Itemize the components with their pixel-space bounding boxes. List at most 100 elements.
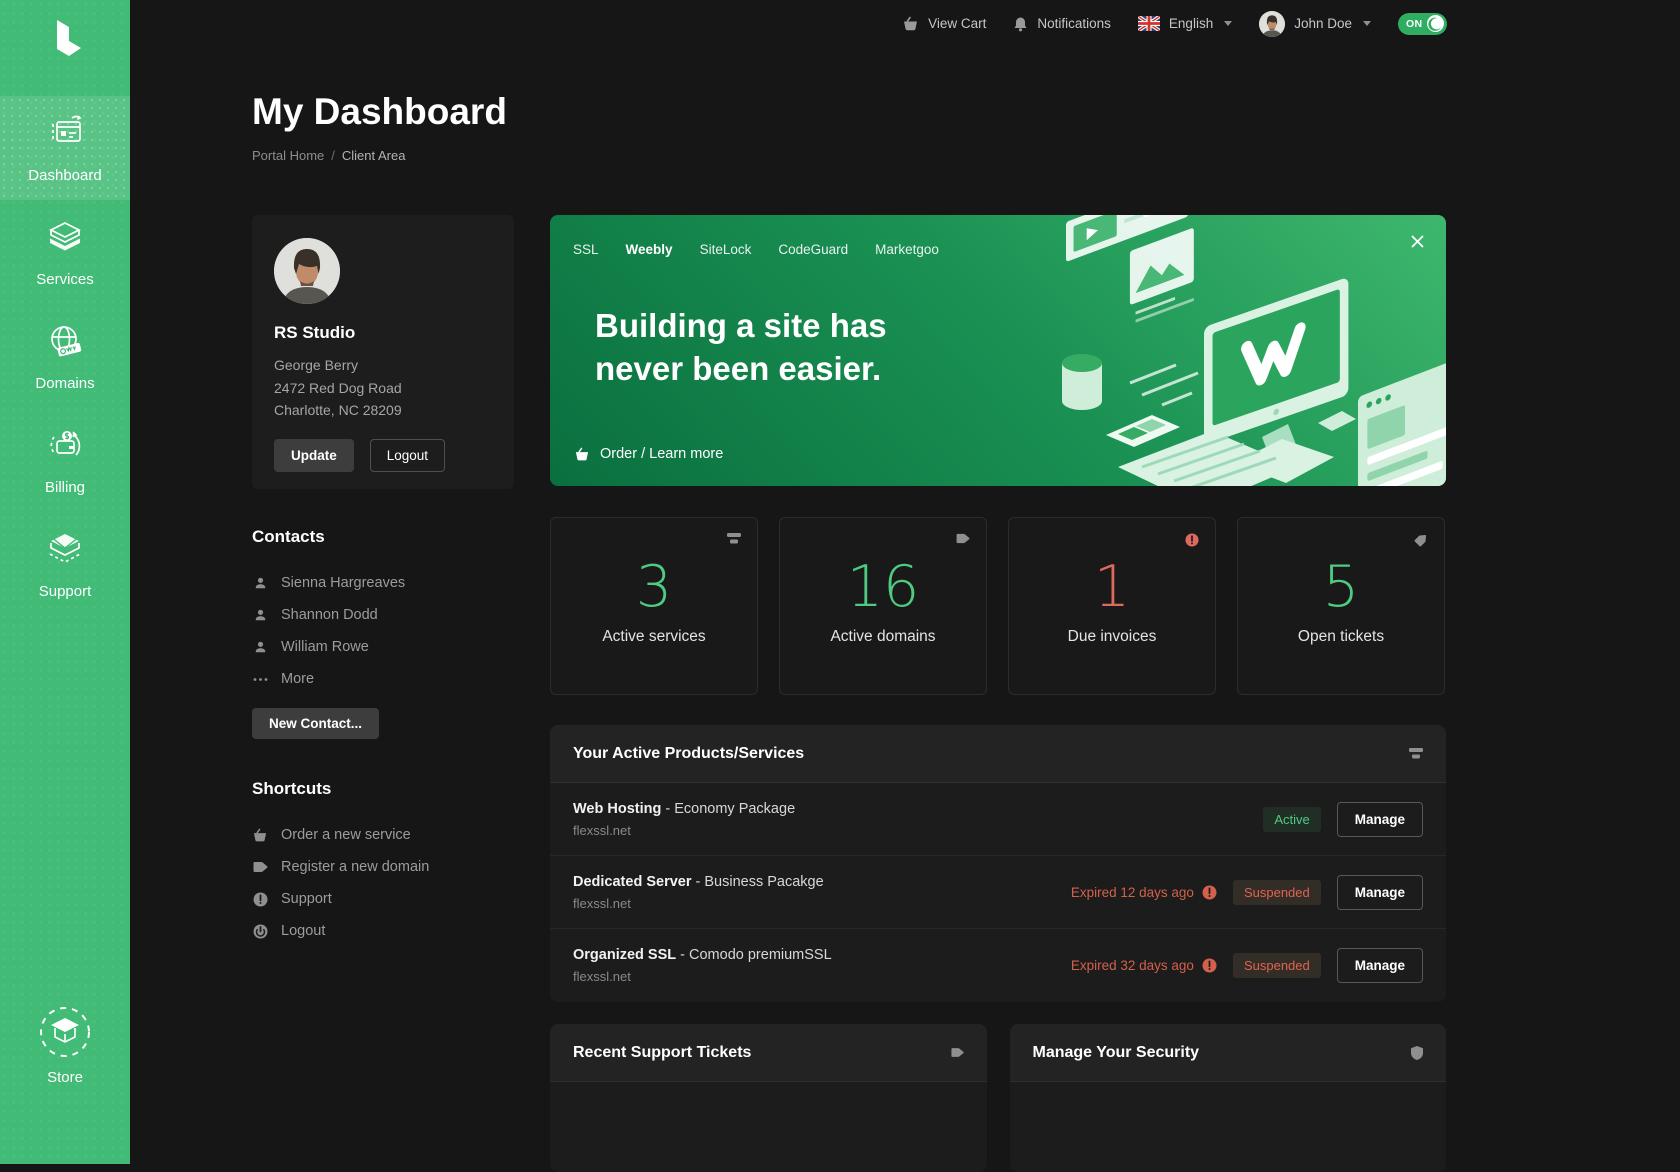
status-badge: Suspended <box>1233 953 1321 978</box>
banner-cta-link[interactable]: Order / Learn more <box>574 446 723 462</box>
banner-tab-marketgoo[interactable]: Marketgoo <box>875 242 939 257</box>
sidebar-item-label: Support <box>39 583 92 600</box>
services-icon <box>42 216 88 262</box>
stat-active-domains[interactable]: 16 Active domains <box>779 517 987 695</box>
topbar: View Cart Notifications English <box>130 0 1680 47</box>
product-name: Dedicated Server <box>573 874 691 890</box>
language-selector[interactable]: English <box>1138 16 1232 31</box>
stat-value: 16 <box>780 554 986 620</box>
product-domain: flexssl.net <box>573 896 1071 911</box>
sidebar-item-label: Services <box>36 271 94 288</box>
contacts-section: Contacts Sienna Hargreaves Shannon Dodd <box>252 527 514 739</box>
contacts-heading: Contacts <box>252 527 514 547</box>
sidebar-item-label: Dashboard <box>28 167 101 184</box>
stat-label: Active domains <box>780 628 986 646</box>
banner-tab-codeguard[interactable]: CodeGuard <box>778 242 848 257</box>
contact-item[interactable]: Shannon Dodd <box>252 599 514 631</box>
shortcuts-heading: Shortcuts <box>252 779 514 799</box>
support-icon <box>42 528 88 574</box>
stack-icon <box>727 533 741 544</box>
product-name: Organized SSL <box>573 947 676 963</box>
stat-active-services[interactable]: 3 Active services <box>550 517 758 695</box>
shortcut-order-service[interactable]: Order a new service <box>252 819 514 851</box>
close-icon[interactable] <box>1411 235 1424 248</box>
stat-label: Open tickets <box>1238 628 1444 646</box>
cart-icon <box>574 447 590 462</box>
security-panel: Manage Your Security <box>1010 1024 1447 1172</box>
shortcut-support[interactable]: Support <box>252 883 514 915</box>
sidebar-item-domains[interactable]: Domains <box>0 304 130 408</box>
uk-flag-icon <box>1138 16 1160 31</box>
product-row: Dedicated Server - Business Pacakge flex… <box>550 856 1446 929</box>
manage-button[interactable]: Manage <box>1337 948 1423 983</box>
main-content: My Dashboard Portal Home / Client Area R… <box>130 47 1680 1164</box>
sidebar-item-store[interactable]: Store <box>0 1000 130 1090</box>
sidebar-item-services[interactable]: Services <box>0 200 130 304</box>
product-desc: - Comodo premiumSSL <box>676 947 832 963</box>
product-domain: flexssl.net <box>573 969 1071 984</box>
profile-address: George Berry 2472 Red Dog Road Charlotte… <box>274 354 492 422</box>
expired-label: Expired 32 days ago <box>1071 958 1217 973</box>
chevron-down-icon <box>1224 21 1232 26</box>
banner-tab-ssl[interactable]: SSL <box>573 242 599 257</box>
exclamation-icon <box>1185 533 1199 547</box>
new-contact-button[interactable]: New Contact... <box>252 708 379 739</box>
stat-label: Due invoices <box>1009 628 1215 646</box>
exclamation-icon <box>1202 885 1217 900</box>
product-row: Organized SSL - Comodo premiumSSL flexss… <box>550 929 1446 1002</box>
sidebar-item-support[interactable]: Support <box>0 512 130 616</box>
panel-header: Recent Support Tickets <box>550 1024 987 1082</box>
status-badge: Suspended <box>1233 880 1321 905</box>
stat-label: Active services <box>551 628 757 646</box>
breadcrumb-portal-home[interactable]: Portal Home <box>252 148 324 163</box>
left-column: RS Studio George Berry 2472 Red Dog Road… <box>252 215 514 947</box>
product-row: Web Hosting - Economy Package flexssl.ne… <box>550 783 1446 856</box>
app-logo[interactable] <box>47 16 83 64</box>
stat-open-tickets[interactable]: 5 Open tickets <box>1237 517 1445 695</box>
cart-icon <box>902 16 919 32</box>
breadcrumb-client-area: Client Area <box>342 148 406 163</box>
sidebar-item-dashboard[interactable]: Dashboard <box>0 96 130 200</box>
tag-icon <box>956 533 970 544</box>
expired-label: Expired 12 days ago <box>1071 885 1217 900</box>
tag-icon <box>252 861 268 873</box>
stat-due-invoices[interactable]: 1 Due invoices <box>1008 517 1216 695</box>
logout-circle-icon <box>252 924 268 939</box>
page-title: My Dashboard <box>252 91 507 133</box>
manage-button[interactable]: Manage <box>1337 802 1423 837</box>
contacts-more[interactable]: More <box>252 663 514 695</box>
product-domain: flexssl.net <box>573 823 1263 838</box>
stack-icon <box>1409 748 1423 759</box>
view-cart-button[interactable]: View Cart <box>902 16 986 32</box>
update-button[interactable]: Update <box>274 439 354 472</box>
chevron-down-icon <box>1363 21 1371 26</box>
ellipsis-icon <box>252 677 268 682</box>
sidebar-item-billing[interactable]: Billing <box>0 408 130 512</box>
shortcut-register-domain[interactable]: Register a new domain <box>252 851 514 883</box>
recent-tickets-panel: Recent Support Tickets <box>550 1024 987 1172</box>
user-menu[interactable]: John Doe <box>1259 11 1371 37</box>
cart-icon <box>252 828 268 843</box>
promo-banner: SSL Weebly SiteLock CodeGuard Marketgoo … <box>550 215 1446 486</box>
dark-mode-toggle[interactable]: ON <box>1398 13 1447 35</box>
moon-icon <box>1427 15 1444 32</box>
contact-item[interactable]: William Rowe <box>252 631 514 663</box>
support-circle-icon <box>252 892 268 907</box>
person-icon <box>252 576 268 591</box>
logout-button[interactable]: Logout <box>370 439 445 472</box>
shortcut-logout[interactable]: Logout <box>252 915 514 947</box>
banner-tab-sitelock[interactable]: SiteLock <box>700 242 752 257</box>
panel-title: Your Active Products/Services <box>573 745 1409 763</box>
shortcuts-section: Shortcuts Order a new service Register a… <box>252 779 514 947</box>
banner-tab-weebly[interactable]: Weebly <box>626 242 673 257</box>
notifications-button[interactable]: Notifications <box>1013 16 1111 32</box>
exclamation-icon <box>1202 958 1217 973</box>
breadcrumb: Portal Home / Client Area <box>252 148 405 163</box>
product-name: Web Hosting <box>573 801 661 817</box>
shield-icon <box>1411 1046 1423 1060</box>
contact-item[interactable]: Sienna Hargreaves <box>252 567 514 599</box>
tag-icon <box>951 1047 964 1058</box>
product-desc: - Economy Package <box>661 801 795 817</box>
manage-button[interactable]: Manage <box>1337 875 1423 910</box>
banner-illustration <box>966 215 1446 486</box>
